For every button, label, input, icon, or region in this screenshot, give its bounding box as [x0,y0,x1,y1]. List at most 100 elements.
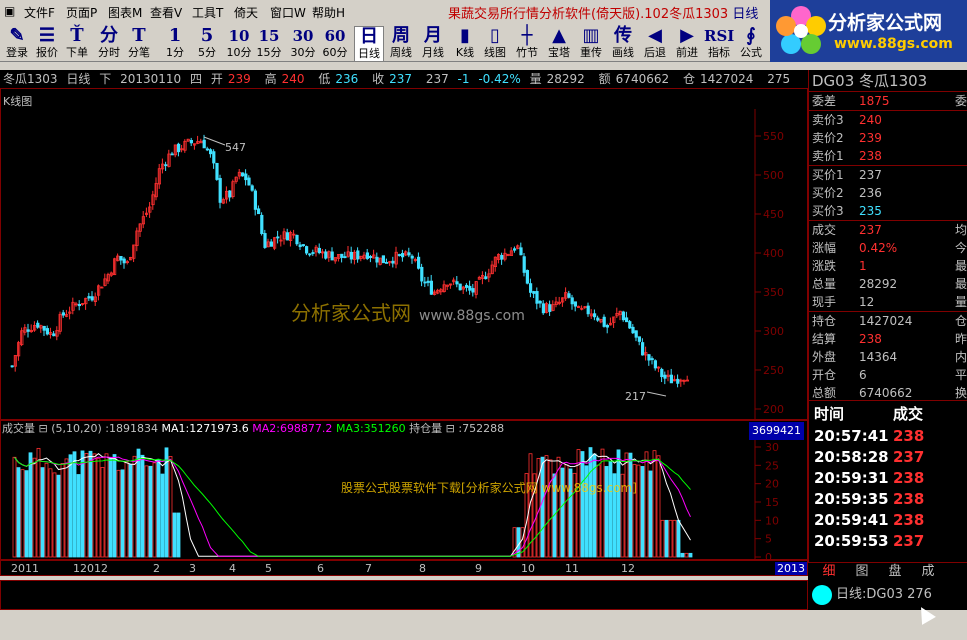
volume-bar [600,448,605,558]
candle-body [45,328,50,335]
candle-body [593,313,597,318]
toolbar-button-20[interactable]: ◀ 后退 [640,26,670,62]
toolbar-icon: ▥ [582,25,600,46]
volume-tick-label: 30 [765,441,779,454]
toolbar-button-8[interactable]: 15 15分 [254,26,284,62]
toolbar-icon: 10 [228,27,250,45]
toolbar-label: 分笔 [128,46,150,59]
x-tick-label: 3 [189,562,196,575]
volume-bar [668,519,673,558]
toolbar-label: 分时 [98,46,120,59]
toolbar-button-14[interactable]: ▮ K线 [450,26,480,62]
toolbar-button-7[interactable]: 10 10分 [224,26,254,62]
quote-tab-1[interactable]: 图 [847,563,877,581]
candle-body [500,254,504,260]
logo-text: 分析家公式网 [828,12,943,34]
volume-chart[interactable]: 30 25 20 15 10 5 0 股票公式股票软件下载[分析家公式网 www.88gs.… [0,420,808,560]
menu-tools[interactable]: 工具T [192,4,223,21]
candle-body [26,329,30,332]
toolbar-button-10[interactable]: 60 60分 [320,26,350,62]
quote-tab-3[interactable]: 成 [913,563,943,581]
candle-body [660,368,664,378]
menu-window[interactable]: 窗口W [270,4,306,21]
menu-view[interactable]: 查看V [150,4,182,21]
toolbar-button-15[interactable]: ▯ 线图 [480,26,510,62]
toolbar-label: 1分 [166,46,184,59]
candle-body [208,149,213,155]
candle-body [276,236,280,239]
volume-svg: 30 25 20 15 10 5 0 [12,439,779,559]
candle-body [621,311,626,321]
toolbar-button-17[interactable]: ▲ 宝塔 [544,26,574,62]
candle-body [170,153,174,156]
candle-body [317,247,322,254]
toolbar-button-12[interactable]: 周周线 [386,26,416,62]
menu-yitian[interactable]: 倚天 [234,4,258,21]
candle-body [87,296,91,299]
toolbar-button-22[interactable]: RSI 指标 [704,26,734,62]
toolbar-icon: ◀ [648,25,662,46]
volume-bar [124,461,129,558]
candle-body [324,251,328,259]
candle-body [570,297,574,305]
candle-body [304,246,309,254]
candle-body [356,250,360,260]
volume-bar [108,457,113,558]
volume-bar [672,519,677,558]
candle-body [647,354,651,361]
candle-body [384,262,389,264]
kline-chart[interactable]: 550 500 450 400 350 300 250 200 547 217 K线图 分析家公式… [0,88,808,420]
toolbar-icon: 5 [200,25,214,46]
toolbar-button-11[interactable]: 日日线 [354,26,384,62]
menu-help[interactable]: 帮助H [312,4,345,21]
toolbar-button-9[interactable]: 30 30分 [288,26,318,62]
candle-body [426,280,430,283]
volume-bar [12,456,17,558]
toolbar-button-13[interactable]: 月月线 [418,26,448,62]
toolbar-label: 登录 [6,46,28,59]
x-tick-label: 8 [419,562,426,575]
toolbar-button-0[interactable]: ✎ 登录 [2,26,32,62]
x-tick-label: 12012 [73,562,108,575]
logo-url: www.88gs.com [834,36,953,52]
menu-page[interactable]: 页面P [66,4,97,21]
volume-bar [580,451,585,558]
candle-body [573,301,578,307]
volume-bar [616,449,621,558]
toolbar-button-23[interactable]: ∮ 公式 [736,26,766,62]
candle-body [61,312,66,316]
candle-body [244,173,248,181]
menu-file[interactable]: 文件F [24,4,55,21]
app-menu-icon[interactable]: ▣ [4,4,15,18]
toolbar-button-4[interactable]: T 分笔 [124,26,154,62]
logo: 分析家公式网 www.88gs.com [770,0,967,62]
toolbar-button-21[interactable]: ▶ 前进 [672,26,702,62]
volume-bar [120,469,125,558]
status-bar [0,612,967,640]
toolbar-button-19[interactable]: 传画线 [608,26,638,62]
toolbar-label: 日线 [358,47,380,60]
volume-bar [648,470,653,558]
candle-body [285,232,290,241]
quote-tab-0[interactable]: 细 [814,563,844,581]
price-tick-label: 200 [763,403,784,416]
toolbar-button-2[interactable]: Ť 下单 [62,26,92,62]
quote-tab-2[interactable]: 盘 [880,563,910,581]
toolbar-button-5[interactable]: 1 1分 [160,26,190,62]
price-tick-label: 350 [763,286,784,299]
candle-body [90,296,94,301]
toolbar-button-18[interactable]: ▥ 重传 [576,26,606,62]
quote-row: 持仓 1427024 仓 [812,314,967,328]
toolbar-button-6[interactable]: 5 5分 [192,26,222,62]
menu-chart[interactable]: 图表M [108,4,142,21]
candle-body [471,288,475,293]
volume-bar [88,450,93,558]
toolbar-button-16[interactable]: ┼ 竹节 [512,26,542,62]
candle-body [253,190,257,210]
quote-bid: 买价3 235 [812,204,882,218]
volume-bar [588,447,593,558]
toolbar-button-1[interactable]: ☰ 报价 [32,26,62,62]
toolbar-button-3[interactable]: 分分时 [94,26,124,62]
volume-bar [16,467,21,558]
candle-body [340,253,344,258]
